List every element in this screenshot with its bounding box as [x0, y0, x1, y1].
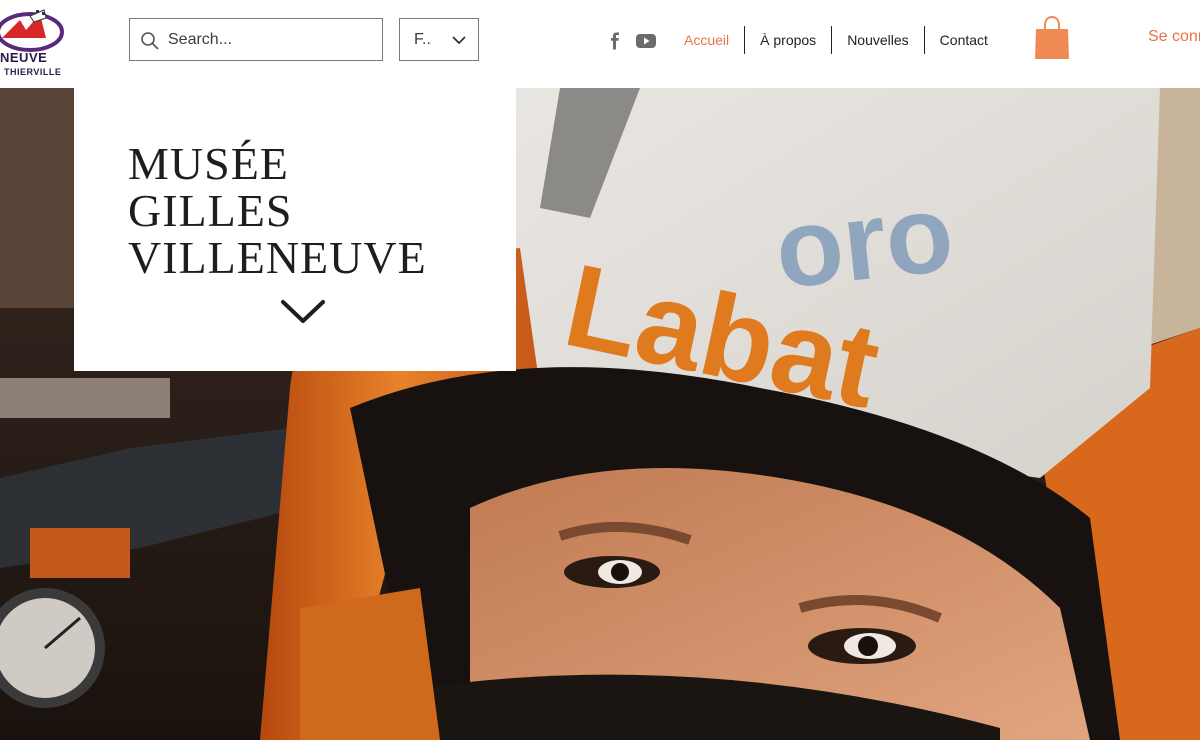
language-value: F.. — [414, 31, 431, 48]
chevron-down-icon[interactable] — [280, 298, 326, 326]
title-line-3: VILLENEUVE — [128, 232, 427, 283]
chevron-down-icon — [452, 36, 466, 45]
nav-item-a-propos[interactable]: À propos — [744, 26, 831, 54]
main-nav: Accueil À propos Nouvelles Contact — [670, 26, 1003, 54]
nav-item-accueil[interactable]: Accueil — [670, 26, 744, 54]
museum-logo[interactable]: NEUVE THIERVILLE — [0, 8, 64, 78]
search-box[interactable] — [129, 18, 383, 61]
nav-item-nouvelles[interactable]: Nouvelles — [831, 26, 923, 54]
logo-text-top: NEUVE — [0, 50, 48, 65]
language-select[interactable]: F.. — [399, 18, 479, 61]
title-line-2: GILLES — [128, 185, 293, 236]
page-title: MUSÉE GILLES VILLENEUVE — [128, 140, 427, 281]
hero-title-card: MUSÉE GILLES VILLENEUVE — [74, 88, 516, 371]
logo-graphic — [0, 9, 64, 52]
login-link[interactable]: Se conn — [1148, 28, 1200, 46]
facebook-icon[interactable] — [608, 32, 622, 50]
site-header: NEUVE THIERVILLE F.. Accueil À propos No… — [0, 0, 1200, 88]
nav-item-contact[interactable]: Contact — [923, 26, 1003, 54]
youtube-icon[interactable] — [636, 33, 656, 49]
title-line-1: MUSÉE — [128, 138, 289, 189]
logo-text-bottom: THIERVILLE — [4, 67, 62, 77]
search-icon[interactable] — [140, 31, 160, 51]
shopping-bag-icon[interactable] — [1034, 16, 1070, 60]
search-input[interactable] — [168, 27, 368, 53]
